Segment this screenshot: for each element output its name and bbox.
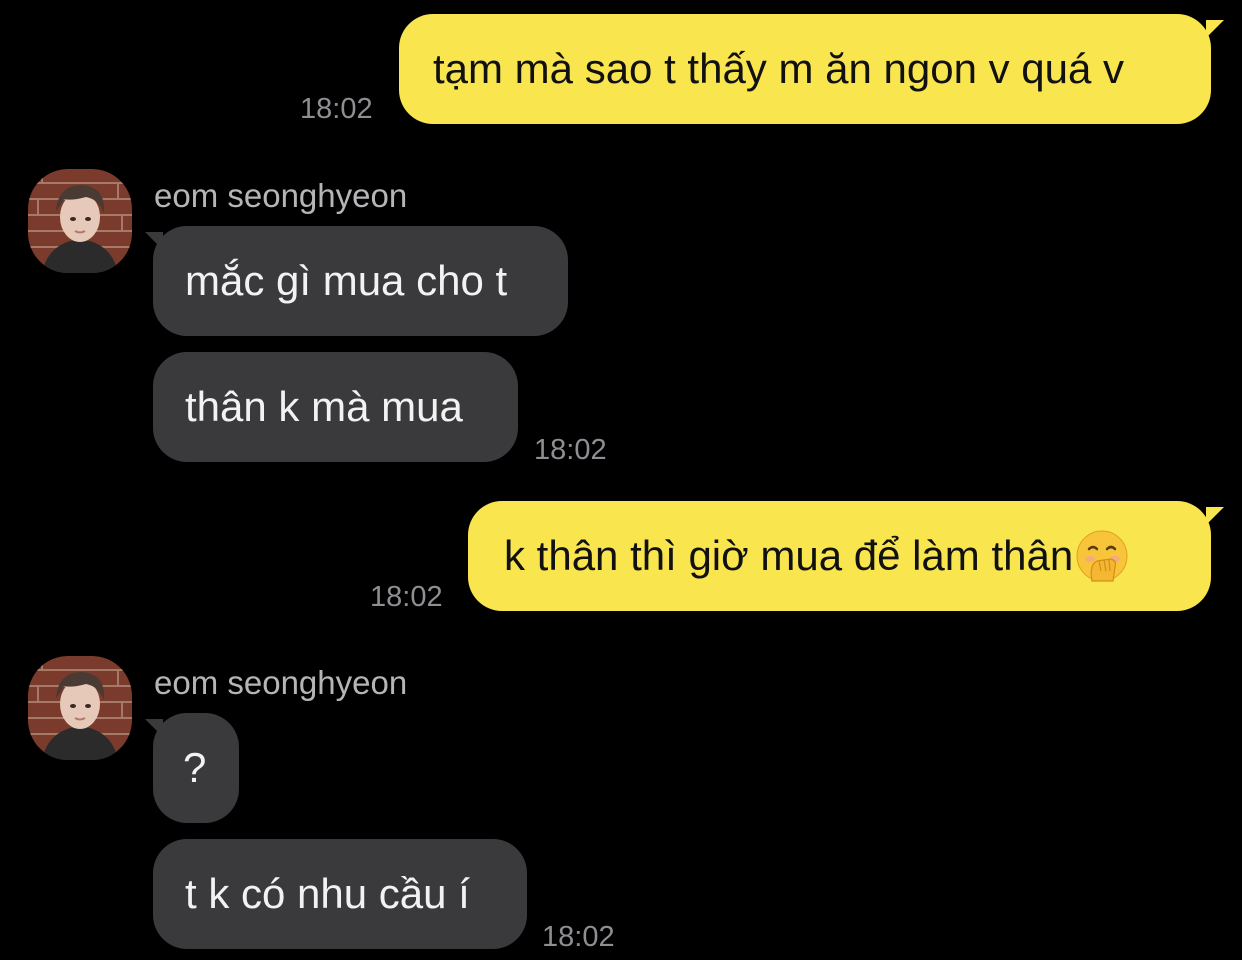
message-bubble-incoming[interactable]: mắc gì mua cho t bbox=[153, 226, 568, 336]
avatar[interactable] bbox=[28, 169, 132, 273]
message-bubble-outgoing[interactable]: tạm mà sao t thấy m ăn ngon v quá v bbox=[399, 14, 1211, 124]
avatar[interactable] bbox=[28, 656, 132, 760]
sender-name: eom seonghyeon bbox=[154, 664, 408, 701]
message-timestamp: 18:02 bbox=[534, 434, 607, 466]
bubble-tail bbox=[145, 232, 163, 250]
message-text: thân k mà mua bbox=[185, 383, 463, 430]
message-bubble-incoming[interactable]: t k có nhu cầu í bbox=[153, 839, 527, 949]
sender-name: eom seonghyeon bbox=[154, 177, 408, 214]
message-text: t k có nhu cầu í bbox=[185, 870, 470, 917]
message-bubble-incoming[interactable]: ? bbox=[153, 713, 239, 823]
avatar-photo-icon bbox=[28, 169, 132, 273]
message-text: ? bbox=[183, 744, 207, 791]
message-timestamp: 18:02 bbox=[300, 93, 373, 125]
message-bubble-outgoing[interactable]: k thân thì giờ mua để làm thân bbox=[468, 501, 1211, 611]
message-text: mắc gì mua cho t bbox=[185, 257, 508, 304]
face-with-hand-over-mouth-icon bbox=[1076, 530, 1128, 582]
bubble-tail bbox=[145, 719, 163, 737]
message-timestamp: 18:02 bbox=[542, 921, 615, 953]
avatar-photo-icon bbox=[28, 656, 132, 760]
bubble-tail bbox=[1206, 507, 1224, 525]
message-text: k thân thì giờ mua để làm thân bbox=[504, 532, 1074, 579]
message-bubble-incoming[interactable]: thân k mà mua bbox=[153, 352, 518, 462]
bubble-tail bbox=[1206, 20, 1224, 38]
message-timestamp: 18:02 bbox=[370, 581, 443, 613]
message-text: tạm mà sao t thấy m ăn ngon v quá v bbox=[433, 45, 1125, 92]
